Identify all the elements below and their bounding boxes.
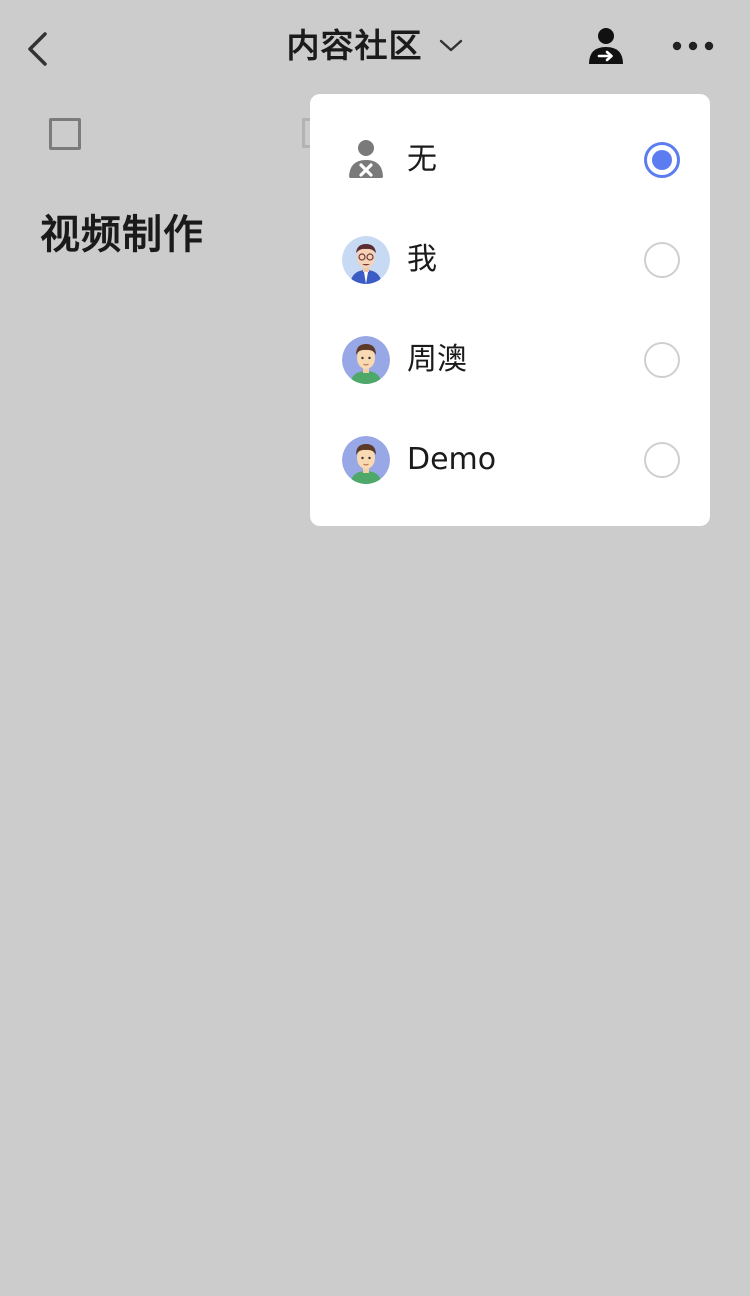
chevron-down-icon[interactable] xyxy=(438,36,464,56)
assign-button[interactable] xyxy=(584,24,628,68)
user-transfer-icon xyxy=(589,28,623,64)
avatar-me xyxy=(342,236,390,284)
assignee-option-zhouao[interactable]: 周澳 xyxy=(310,310,710,410)
radio-unselected[interactable] xyxy=(644,442,680,478)
avatar-zhouao xyxy=(342,336,390,384)
assignee-option-none[interactable]: 无 xyxy=(310,110,710,210)
assignee-option-me[interactable]: 我 xyxy=(310,210,710,310)
more-button[interactable] xyxy=(668,26,720,66)
more-dots-icon xyxy=(672,41,714,51)
radio-unselected[interactable] xyxy=(644,242,680,278)
assignee-dropdown: 无 我 周澳 Demo xyxy=(310,94,710,526)
assignee-option-demo[interactable]: Demo xyxy=(310,410,710,510)
assignee-option-label: 我 xyxy=(407,242,437,277)
assignee-option-label: 周澳 xyxy=(407,342,467,377)
top-nav-bar: 内容社区 xyxy=(0,0,750,96)
page-title[interactable]: 内容社区 xyxy=(286,24,422,68)
no-assignee-icon xyxy=(342,136,390,184)
task-title: 视频制作 xyxy=(40,212,204,258)
task-complete-checkbox[interactable] xyxy=(49,118,81,150)
project-switcher[interactable]: 内容社区 xyxy=(0,24,750,68)
radio-unselected[interactable] xyxy=(644,342,680,378)
radio-selected[interactable] xyxy=(644,142,680,178)
avatar-demo xyxy=(342,436,390,484)
assignee-option-label: 无 xyxy=(407,142,437,177)
assignee-option-label: Demo xyxy=(407,442,497,477)
